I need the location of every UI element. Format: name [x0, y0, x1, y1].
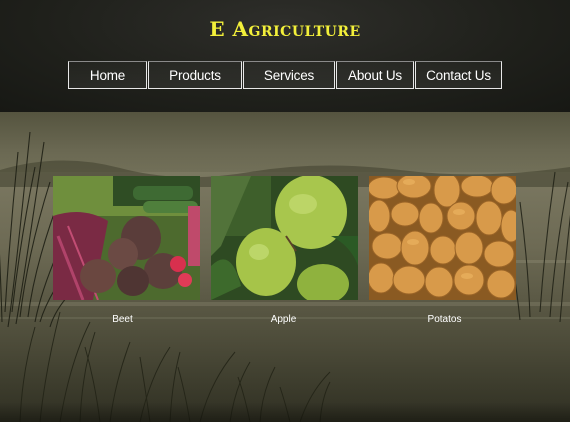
main-nav: Home Products Services About Us Contact …	[68, 61, 503, 91]
nav-products-label: Products	[169, 67, 221, 83]
nav-services[interactable]: Services	[243, 61, 335, 89]
nav-products[interactable]: Products	[148, 61, 242, 89]
product-label-potatos[interactable]: Potatos	[371, 314, 518, 325]
nav-home[interactable]: Home	[68, 61, 147, 89]
nav-contact-us[interactable]: Contact Us	[415, 61, 502, 89]
nav-about-us[interactable]: About Us	[336, 61, 414, 89]
potato-image	[369, 176, 516, 300]
page: E Agriculture Home Products Services Abo…	[0, 0, 570, 422]
beet-image	[53, 176, 200, 300]
nav-about-us-label: About Us	[348, 67, 402, 83]
product-card-potatos[interactable]	[369, 176, 516, 300]
nav-home-label: Home	[89, 67, 126, 83]
site-header: E Agriculture Home Products Services Abo…	[0, 0, 570, 112]
nav-contact-us-label: Contact Us	[426, 67, 491, 83]
product-card-apple[interactable]	[211, 176, 358, 300]
footer-shade	[0, 402, 570, 422]
product-card-beet[interactable]	[53, 176, 200, 300]
nav-services-label: Services	[263, 67, 315, 83]
site-title: E Agriculture	[209, 17, 361, 41]
product-label-apple[interactable]: Apple	[210, 314, 357, 325]
apple-image	[211, 176, 358, 300]
product-label-beet[interactable]: Beet	[49, 314, 196, 325]
